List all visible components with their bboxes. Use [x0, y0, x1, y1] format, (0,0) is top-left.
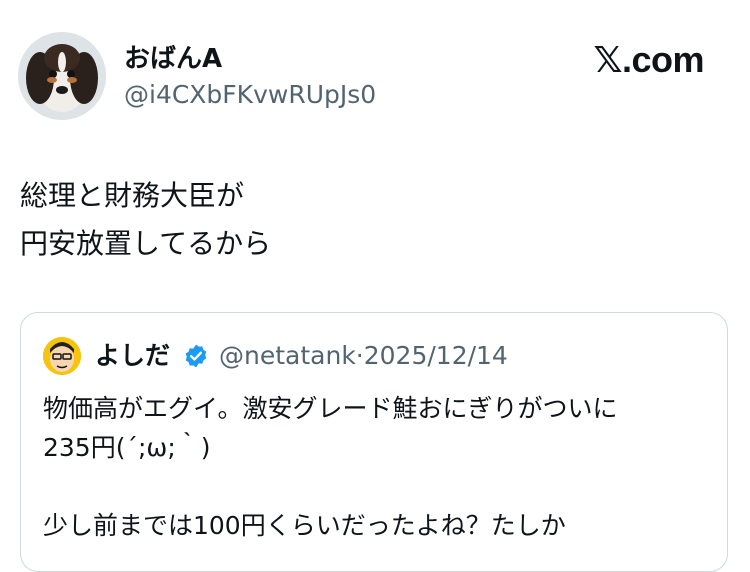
meta-separator: · [355, 341, 364, 370]
x-com-logo: 𝕏.com [593, 40, 704, 80]
quoted-author-avatar[interactable] [43, 337, 81, 375]
quoted-tweet-date[interactable]: 2025/12/14 [364, 341, 508, 370]
cartoon-avatar-icon [43, 337, 81, 375]
quoted-author-handle[interactable]: @netatank [219, 341, 356, 370]
quoted-author-meta: @netatank·2025/12/14 [219, 339, 508, 373]
quoted-tweet-text: 物価高がエグイ。激安グレード鮭おにぎりがついに 235円(´;ω;｀) 少し前ま… [43, 394, 618, 540]
verified-badge-icon [185, 344, 207, 368]
quoted-tweet-card[interactable]: よしだ @netatank·2025/12/14 物価高がエグイ。激安グレード鮭… [20, 312, 728, 572]
author-avatar[interactable] [18, 32, 106, 120]
quoted-author-name[interactable]: よしだ [95, 339, 170, 373]
dog-avatar-icon [18, 32, 106, 120]
author-display-name[interactable]: おばんA [124, 44, 222, 74]
x-logo-icon: 𝕏.com [593, 39, 704, 80]
tweet-text: 総理と財務大臣が 円安放置してるから [20, 179, 272, 260]
author-handle[interactable]: @i4CXbFKvwRUpJs0 [124, 80, 376, 110]
